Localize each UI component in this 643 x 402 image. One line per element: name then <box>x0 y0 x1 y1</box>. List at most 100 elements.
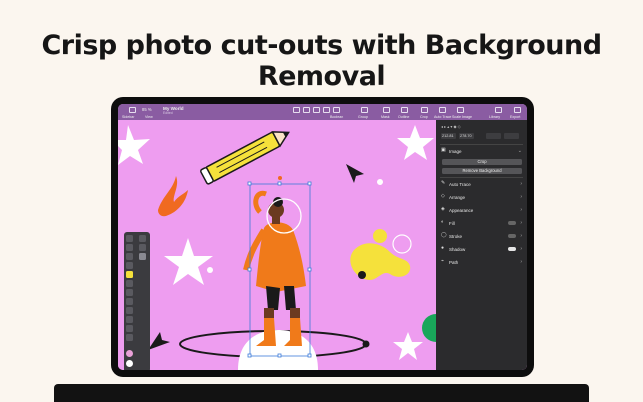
arrange-row[interactable]: ◇ Arrange › <box>440 192 523 203</box>
toolbar-label-view[interactable]: View <box>145 115 153 119</box>
auto-trace-row[interactable]: ✎ Auto Trace › <box>440 179 523 190</box>
toolbar-label-group[interactable]: Group <box>358 115 368 119</box>
arrange-label: Arrange <box>449 195 466 200</box>
path-icon: ⌁ <box>441 258 445 264</box>
auto-trace-icon[interactable] <box>439 107 446 113</box>
shape-tool-icon[interactable] <box>126 280 133 287</box>
chevron-right-icon: › <box>520 194 522 200</box>
hand-tool-icon[interactable] <box>126 325 133 332</box>
toolbar-label-export[interactable]: Export <box>510 115 520 119</box>
scale-image-icon[interactable] <box>457 107 464 113</box>
zoom-level[interactable]: 85 % <box>142 107 152 112</box>
pen-tool-icon[interactable] <box>126 244 133 251</box>
chevron-right-icon: › <box>520 233 522 239</box>
rotate-tool-icon[interactable] <box>126 316 133 323</box>
arrow-cursor-bottom <box>148 332 170 350</box>
app-window: 85 % My World Edited Sidebar View Boolea… <box>118 104 527 370</box>
stroke-color-swatch[interactable] <box>126 360 133 367</box>
shadow-label: Shadow <box>449 247 466 252</box>
white-dot-1 <box>207 267 213 273</box>
toolbar-label-auto-trace[interactable]: Auto Trace <box>434 115 451 119</box>
image-section[interactable]: ▣ Image ⌄ <box>440 146 523 157</box>
toolbar-label-scale-image[interactable]: Scale Image <box>452 115 472 119</box>
fill-label: Fill <box>449 221 455 226</box>
toolbar: 85 % My World Edited Sidebar View Boolea… <box>118 104 527 120</box>
toolbar-label-mask[interactable]: Mask <box>381 115 390 119</box>
toolbar-label-sidebar[interactable]: Sidebar <box>122 115 134 119</box>
scissors-tool-icon[interactable] <box>126 307 133 314</box>
stroke-toggle[interactable] <box>508 234 516 238</box>
shadow-row[interactable]: ● Shadow › <box>440 244 523 255</box>
shadow-toggle[interactable] <box>508 247 516 251</box>
stroke-icon: ◯ <box>441 232 447 238</box>
brush-tool-icon[interactable] <box>126 253 133 260</box>
appearance-row[interactable]: ◈ Appearance › <box>440 205 523 216</box>
boolean-icon[interactable] <box>333 107 340 113</box>
shape-tool-icon[interactable] <box>303 107 310 113</box>
white-star-right <box>397 125 434 160</box>
mask-icon[interactable] <box>383 107 390 113</box>
auto-trace-icon: ✎ <box>441 180 446 186</box>
toolbar-label-outline[interactable]: Outline <box>398 115 409 119</box>
crop-icon[interactable] <box>421 107 428 113</box>
canvas[interactable] <box>118 120 436 370</box>
white-dot-2 <box>377 179 383 185</box>
image-tool-icon[interactable] <box>139 253 146 260</box>
select-tool-icon[interactable] <box>126 235 133 242</box>
export-icon[interactable] <box>514 107 521 113</box>
y-field[interactable]: 278.70 <box>459 133 474 139</box>
chevron-right-icon: › <box>520 207 522 213</box>
pen-tool-icon[interactable] <box>293 107 300 113</box>
white-star-center <box>164 238 213 285</box>
fill-toggle[interactable] <box>508 221 516 225</box>
chevron-right-icon: › <box>520 181 522 187</box>
toolbar-label-crop[interactable]: Crop <box>420 115 428 119</box>
library-icon[interactable] <box>495 107 502 113</box>
path-label: Path <box>449 260 459 265</box>
chevron-right-icon: › <box>520 259 522 265</box>
align-icons[interactable]: ◂ ▸ ▴ ▾ ◆ ◇ <box>441 124 461 129</box>
zoom-tool-icon[interactable] <box>126 334 133 341</box>
arrange-icon: ◇ <box>441 193 445 199</box>
move-tool-icon[interactable] <box>126 298 133 305</box>
pencil-tool-icon[interactable] <box>139 244 146 251</box>
toolbar-label-library[interactable]: Library <box>489 115 500 119</box>
eraser-tool-icon[interactable] <box>126 262 133 269</box>
outline-icon[interactable] <box>401 107 408 113</box>
laptop-frame: 85 % My World Edited Sidebar View Boolea… <box>111 97 534 377</box>
remove-background-button[interactable]: Remove Background <box>442 168 522 174</box>
chevron-down-icon: ⌄ <box>517 148 522 154</box>
text-tool-icon[interactable] <box>313 107 320 113</box>
toolbar-label-boolean[interactable]: Boolean <box>330 115 343 119</box>
fill-color-swatch[interactable] <box>126 350 133 357</box>
chevron-right-icon: › <box>520 246 522 252</box>
chevron-right-icon: › <box>520 220 522 226</box>
white-star-bottom-right <box>393 332 423 360</box>
cutout-person <box>243 190 306 346</box>
fill-icon: ◐ <box>441 219 445 225</box>
crop-button[interactable]: Crop <box>442 159 522 165</box>
green-planet <box>422 314 436 342</box>
text-tool-icon[interactable] <box>126 289 133 296</box>
headline: Crisp photo cut-outs with Background Rem… <box>41 30 602 92</box>
illustration <box>118 125 436 370</box>
x-field[interactable]: 212.81 <box>441 133 456 139</box>
brush-tool-icon[interactable] <box>323 107 330 113</box>
auto-trace-label: Auto Trace <box>449 182 471 187</box>
highlight-tool-icon[interactable] <box>126 271 133 278</box>
yellow-abstract-shape <box>350 229 412 280</box>
pencil-illustration <box>200 131 290 185</box>
lock-icon[interactable] <box>486 133 501 139</box>
stroke-label: Stroke <box>449 234 463 239</box>
white-star-large <box>118 125 150 165</box>
path-row[interactable]: ⌁ Path › <box>440 257 523 268</box>
stroke-row[interactable]: ◯ Stroke › <box>440 231 523 242</box>
flame-illustration <box>158 176 188 217</box>
flip-icon[interactable] <box>504 133 519 139</box>
group-icon[interactable] <box>361 107 368 113</box>
node-tool-icon[interactable] <box>139 235 146 242</box>
tools-panel <box>124 232 150 370</box>
fill-row[interactable]: ◐ Fill › <box>440 218 523 229</box>
sidebar-toggle-icon[interactable] <box>129 107 136 113</box>
shadow-icon: ● <box>441 245 445 251</box>
